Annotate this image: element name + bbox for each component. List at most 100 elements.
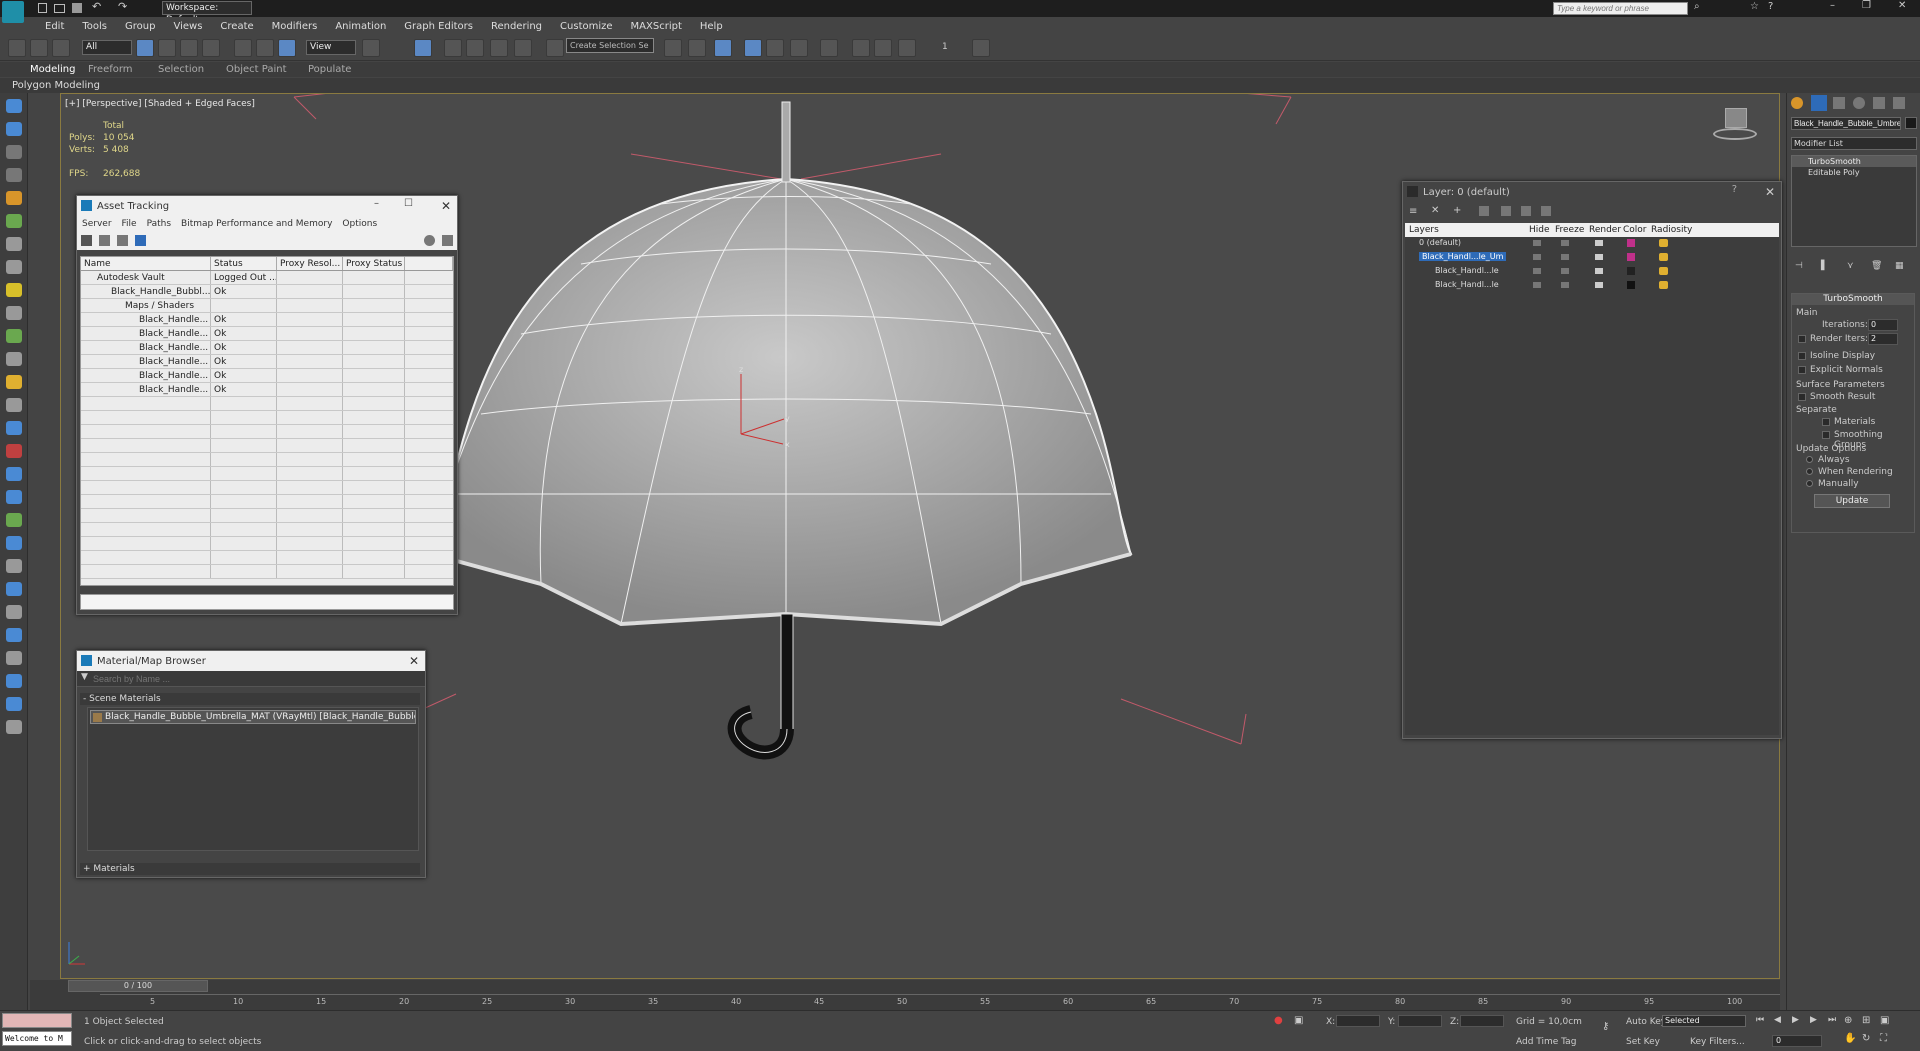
- material-editor-icon[interactable]: [852, 39, 870, 57]
- maximize-icon[interactable]: ❐: [1862, 0, 1871, 11]
- freeze-toggle-icon[interactable]: [1561, 282, 1569, 288]
- schematic-view-icon[interactable]: [820, 39, 838, 57]
- hide-all-icon[interactable]: [1521, 206, 1531, 216]
- ribbon-tab-selection[interactable]: Selection: [158, 64, 204, 75]
- align-icon[interactable]: [688, 39, 706, 57]
- menu-tools[interactable]: Tools: [73, 21, 116, 32]
- render-toggle-icon[interactable]: [1595, 240, 1603, 246]
- table-row[interactable]: Black_Handle... Ok: [81, 355, 453, 369]
- render-icon[interactable]: [6, 444, 22, 458]
- zoom-icon[interactable]: ⊕: [1844, 1015, 1852, 1026]
- asset-path-field[interactable]: [80, 594, 454, 610]
- menu-customize[interactable]: Customize: [551, 21, 622, 32]
- stack-item-editable-poly[interactable]: Editable Poly: [1792, 167, 1916, 178]
- selection-icon[interactable]: [6, 99, 22, 113]
- display-icon[interactable]: [6, 697, 22, 711]
- ribbon-toggle-icon[interactable]: [766, 39, 784, 57]
- render-toggle-icon[interactable]: [1595, 282, 1603, 288]
- helpers-icon[interactable]: [6, 306, 22, 320]
- menu-edit[interactable]: Edit: [36, 21, 73, 32]
- object-color-swatch[interactable]: [1905, 117, 1917, 129]
- always-radio[interactable]: [1806, 456, 1813, 463]
- rect-selection-icon[interactable]: [180, 39, 198, 57]
- layer-row[interactable]: Black_Handl...le_Um: [1405, 251, 1779, 265]
- xref-icon[interactable]: [6, 605, 22, 619]
- render-toggle-icon[interactable]: [1595, 254, 1603, 260]
- asset-column-header[interactable]: Status: [211, 257, 277, 270]
- geometry-icon[interactable]: [6, 214, 22, 228]
- workspace-dropdown[interactable]: Workspace: Default: [162, 1, 252, 25]
- menu-help[interactable]: Help: [691, 21, 732, 32]
- layer-column-header[interactable]: Radiosity: [1651, 225, 1692, 235]
- ribbon-tab-freeform[interactable]: Freeform: [88, 64, 133, 75]
- help-icon[interactable]: ?: [1768, 1, 1773, 12]
- table-row[interactable]: Maps / Shaders: [81, 299, 453, 313]
- viewport-layout-icon[interactable]: [6, 145, 22, 159]
- graph-icon[interactable]: [6, 490, 22, 504]
- orbit-icon[interactable]: ↻: [1862, 1033, 1870, 1044]
- radiosity-icon[interactable]: [1659, 267, 1668, 275]
- save-icon[interactable]: [72, 3, 82, 13]
- help-search-input[interactable]: [1553, 2, 1688, 15]
- angle-snap-icon[interactable]: [466, 39, 484, 57]
- play-icon[interactable]: ▶: [1792, 1015, 1799, 1025]
- animation-icon[interactable]: [6, 467, 22, 481]
- asset-menu-server[interactable]: Server: [77, 219, 117, 229]
- explicit-normals-checkbox[interactable]: [1798, 366, 1806, 374]
- render-iters-spinner[interactable]: 2: [1868, 333, 1898, 345]
- material-icon[interactable]: [6, 421, 22, 435]
- named-selection-sets-dropdown[interactable]: Create Selection Se: [566, 38, 654, 53]
- smoothing-groups-checkbox[interactable]: [1822, 431, 1830, 439]
- utilities-tab-icon[interactable]: [1893, 97, 1905, 109]
- auto-key-button[interactable]: Auto Key: [1626, 1017, 1666, 1027]
- search-icon[interactable]: ⌕: [1694, 1, 1700, 12]
- table-row[interactable]: Black_Handle... Ok: [81, 383, 453, 397]
- display-tab-icon[interactable]: [1873, 97, 1885, 109]
- scene-explorer-icon[interactable]: [714, 39, 732, 57]
- scale-icon[interactable]: [278, 39, 296, 57]
- physics-icon[interactable]: [6, 582, 22, 596]
- materials-header[interactable]: + Materials: [80, 864, 135, 874]
- favorites-icon[interactable]: ☆: [1750, 1, 1759, 12]
- update-button[interactable]: Update: [1814, 494, 1890, 508]
- rollout-title[interactable]: TurboSmooth: [1792, 294, 1914, 305]
- modifier-icon[interactable]: [6, 674, 22, 688]
- layer-explorer-window[interactable]: Layer: 0 (default) ? ✕ ≡ ✕ + Layers Hide F…: [1402, 181, 1782, 739]
- stack-item-turbosmooth[interactable]: TurboSmooth: [1792, 156, 1916, 167]
- layer-row[interactable]: 0 (default): [1405, 237, 1779, 251]
- help-icon[interactable]: [424, 235, 435, 246]
- smooth-result-checkbox[interactable]: [1798, 393, 1806, 401]
- curve-editor-icon[interactable]: [790, 39, 808, 57]
- add-time-tag[interactable]: Add Time Tag: [1516, 1037, 1576, 1047]
- layer-row[interactable]: Black_Handl...le: [1405, 279, 1779, 293]
- motion-tab-icon[interactable]: [1853, 97, 1865, 109]
- radiosity-icon[interactable]: [1659, 239, 1668, 247]
- paint-icon[interactable]: [6, 651, 22, 665]
- key-icon[interactable]: ⚷: [1602, 1021, 1609, 1032]
- material-list-item[interactable]: Black_Handle_Bubble_Umbrella_MAT (VRayMt…: [90, 710, 416, 724]
- asset-menu-file[interactable]: File: [117, 219, 142, 229]
- reference-coord-dropdown[interactable]: View: [306, 40, 356, 55]
- hair-icon[interactable]: [6, 513, 22, 527]
- lights-icon[interactable]: [6, 283, 22, 297]
- redo-icon[interactable]: ↷: [118, 0, 127, 13]
- pin-stack-icon[interactable]: ⊣: [1795, 261, 1803, 271]
- layer-row[interactable]: Black_Handl...le: [1405, 265, 1779, 279]
- table-row[interactable]: Black_Handle... Ok: [81, 313, 453, 327]
- freeze-all-icon[interactable]: [1541, 206, 1551, 216]
- shading-icon[interactable]: [6, 168, 22, 182]
- layer-color-swatch[interactable]: [1627, 253, 1635, 261]
- layer-column-header[interactable]: Color: [1623, 225, 1647, 235]
- table-row[interactable]: Black_Handle_Bubbl... Ok: [81, 285, 453, 299]
- go-to-start-icon[interactable]: ⏮: [1756, 1015, 1764, 1025]
- bind-space-warp-icon[interactable]: [52, 39, 70, 57]
- hierarchy-tab-icon[interactable]: [1833, 97, 1845, 109]
- key-mode-dropdown[interactable]: Selected: [1662, 1015, 1746, 1027]
- hide-toggle-icon[interactable]: [1533, 240, 1541, 246]
- remove-modifier-icon[interactable]: 🗑: [1871, 261, 1882, 271]
- snap-toggle-icon[interactable]: [444, 39, 462, 57]
- menu-modifiers[interactable]: Modifiers: [263, 21, 327, 32]
- menu-animation[interactable]: Animation: [326, 21, 395, 32]
- isoline-checkbox[interactable]: [1798, 352, 1806, 360]
- table-view-icon[interactable]: [135, 235, 146, 246]
